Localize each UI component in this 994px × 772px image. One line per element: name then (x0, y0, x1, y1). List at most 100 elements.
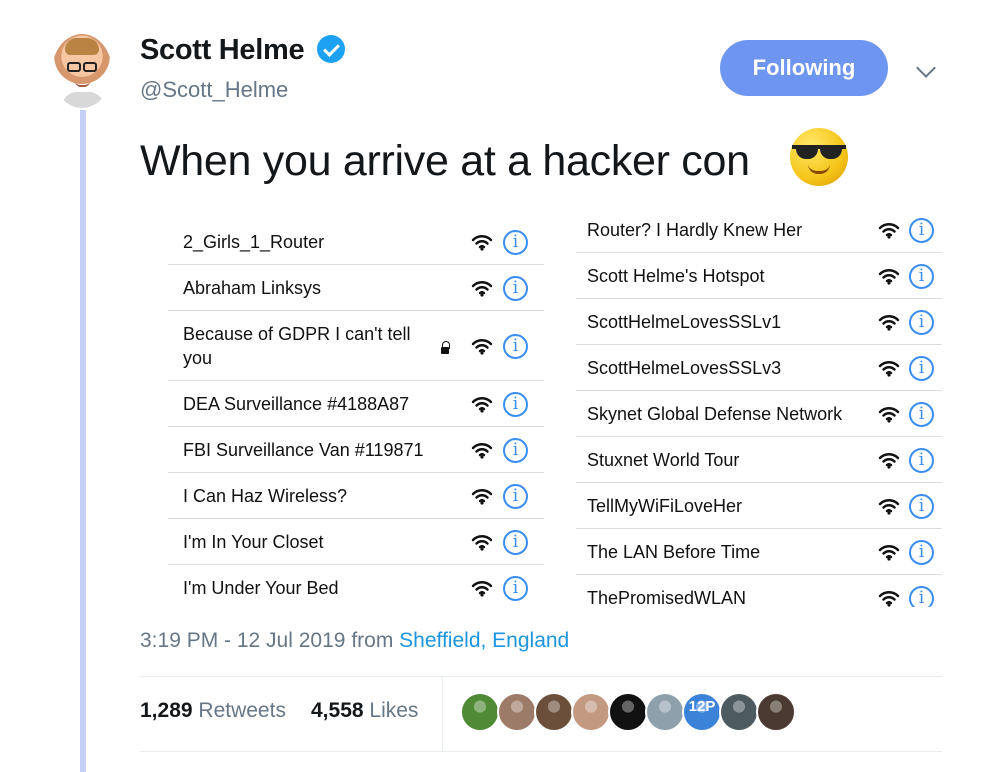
liker-avatar[interactable] (571, 692, 611, 732)
wifi-list-left: 2_Girls_1_Router i Abraham Linksys i Because… (140, 202, 544, 607)
liker-badge-text: 12P (688, 698, 716, 715)
wifi-signal-icon (471, 487, 493, 505)
wifi-network-row[interactable]: Scott Helme's Hotspot i (576, 253, 942, 299)
wifi-network-row[interactable]: TellMyWiFiLoveHer i (576, 483, 942, 529)
tweet-timestamp: 3:19 PM - 12 Jul 2019 from Sheffield, En… (140, 629, 569, 653)
wifi-network-name: ScottHelmeLovesSSLv3 (587, 358, 782, 378)
tweet-text: When you arrive at a hacker con (140, 137, 750, 185)
avatar-mouth (75, 81, 90, 87)
info-icon[interactable]: i (909, 448, 934, 473)
wifi-network-name: Because of GDPR I can't tell you (183, 324, 411, 368)
tweet-time[interactable]: 3:19 PM - 12 Jul 2019 (140, 629, 345, 652)
emoji-smile (808, 164, 830, 174)
avatar-hair (65, 38, 99, 55)
wifi-network-row[interactable]: I'm In Your Closet i (168, 519, 544, 565)
author-avatar[interactable] (52, 34, 112, 108)
wifi-signal-icon (878, 359, 900, 377)
avatar-glasses-right (83, 62, 97, 72)
info-icon[interactable]: i (909, 402, 934, 427)
author-handle[interactable]: @Scott_Helme (140, 77, 288, 103)
wifi-signal-icon (878, 313, 900, 331)
wifi-network-name: ScottHelmeLovesSSLv1 (587, 312, 782, 332)
liker-avatar[interactable] (756, 692, 796, 732)
likes-label: Likes (369, 699, 419, 722)
wifi-signal-icon (878, 589, 900, 607)
info-icon[interactable]: i (909, 310, 934, 335)
wifi-network-row[interactable]: Stuxnet World Tour i (576, 437, 942, 483)
info-icon[interactable]: i (909, 494, 934, 519)
info-icon[interactable]: i (503, 230, 528, 255)
wifi-network-row[interactable]: Because of GDPR I can't tell you i (168, 311, 544, 381)
liker-avatar-strip: 12P (460, 692, 890, 734)
tweet-location-link[interactable]: Sheffield, England (399, 629, 569, 652)
wifi-network-row[interactable]: 2_Girls_1_Router i (168, 219, 544, 265)
info-icon[interactable]: i (909, 264, 934, 289)
liker-avatar[interactable] (608, 692, 648, 732)
wifi-list-right: Router? I Hardly Knew Her i Scott Helme's … (544, 202, 942, 607)
wifi-network-row[interactable]: The LAN Before Time i (576, 529, 942, 575)
wifi-network-name: FBI Surveillance Van #119871 (183, 440, 424, 460)
wifi-network-name: I'm Under Your Bed (183, 578, 339, 598)
wifi-network-row[interactable]: ScottHelmeLovesSSLv3 i (576, 345, 942, 391)
liker-avatar[interactable] (460, 692, 500, 732)
wifi-network-name: 2_Girls_1_Router (183, 232, 325, 252)
info-icon[interactable]: i (909, 540, 934, 565)
stats-divider-top (140, 676, 942, 677)
wifi-signal-icon (878, 543, 900, 561)
liker-avatar[interactable] (719, 692, 759, 732)
wifi-signal-icon (471, 441, 493, 459)
wifi-network-row[interactable]: FBI Surveillance Van #119871 i (168, 427, 544, 473)
info-icon[interactable]: i (503, 276, 528, 301)
retweets-stat[interactable]: 1,289 Retweets (140, 699, 286, 723)
liker-avatar[interactable] (497, 692, 537, 732)
sunglasses-emoji-icon (790, 128, 848, 186)
wifi-network-row[interactable]: Skynet Global Defense Network i (576, 391, 942, 437)
wifi-signal-icon (471, 233, 493, 251)
wifi-network-row[interactable]: ThePromisedWLAN i (576, 575, 942, 607)
wifi-network-name: Skynet Global Defense Network (587, 404, 843, 424)
wifi-signal-icon (471, 279, 493, 297)
wifi-network-name: The LAN Before Time (587, 542, 761, 562)
from-label: from (351, 629, 394, 652)
wifi-network-row[interactable]: Abraham Linksys i (168, 265, 544, 311)
wifi-network-name: ThePromisedWLAN (587, 588, 747, 607)
wifi-network-name: Abraham Linksys (183, 278, 322, 298)
wifi-network-row[interactable]: I Can Haz Wireless? i (168, 473, 544, 519)
wifi-signal-icon (878, 267, 900, 285)
liker-avatar[interactable] (645, 692, 685, 732)
chevron-down-icon[interactable] (916, 58, 936, 78)
author-name[interactable]: Scott Helme (140, 34, 305, 67)
wifi-network-row[interactable]: Router? I Hardly Knew Her i (576, 207, 942, 253)
retweets-label: Retweets (198, 699, 286, 722)
wifi-network-row[interactable]: ScottHelmeLovesSSLv1 i (576, 299, 942, 345)
avatar-shirt (62, 92, 104, 108)
wifi-signal-icon (878, 221, 900, 239)
liker-avatar[interactable] (534, 692, 574, 732)
info-icon[interactable]: i (909, 218, 934, 243)
info-icon[interactable]: i (909, 586, 934, 607)
info-icon[interactable]: i (503, 484, 528, 509)
wifi-signal-icon (471, 579, 493, 597)
wifi-network-name: Scott Helme's Hotspot (587, 266, 765, 286)
info-icon[interactable]: i (503, 576, 528, 601)
tweet-media-image[interactable]: 2_Girls_1_Router i Abraham Linksys i Because… (140, 202, 942, 607)
wifi-signal-icon (878, 451, 900, 469)
wifi-network-name: I Can Haz Wireless? (183, 486, 348, 506)
likes-stat[interactable]: 4,558 Likes (311, 699, 418, 723)
stats-divider-vertical (442, 676, 443, 751)
wifi-network-row[interactable]: DEA Surveillance #4188A87 i (168, 381, 544, 427)
info-icon[interactable]: i (503, 438, 528, 463)
wifi-network-name: DEA Surveillance #4188A87 (183, 394, 410, 414)
info-icon[interactable]: i (503, 530, 528, 555)
info-icon[interactable]: i (503, 392, 528, 417)
info-icon[interactable]: i (909, 356, 934, 381)
wifi-network-name: Router? I Hardly Knew Her (587, 220, 803, 240)
wifi-signal-icon (878, 405, 900, 423)
thread-line (80, 110, 86, 772)
liker-avatar[interactable]: 12P (682, 692, 722, 732)
wifi-network-row[interactable]: I'm Under Your Bed i (168, 565, 544, 607)
wifi-signal-icon (471, 337, 493, 355)
wifi-signal-icon (878, 497, 900, 515)
info-icon[interactable]: i (503, 334, 528, 359)
following-button[interactable]: Following (720, 40, 888, 96)
